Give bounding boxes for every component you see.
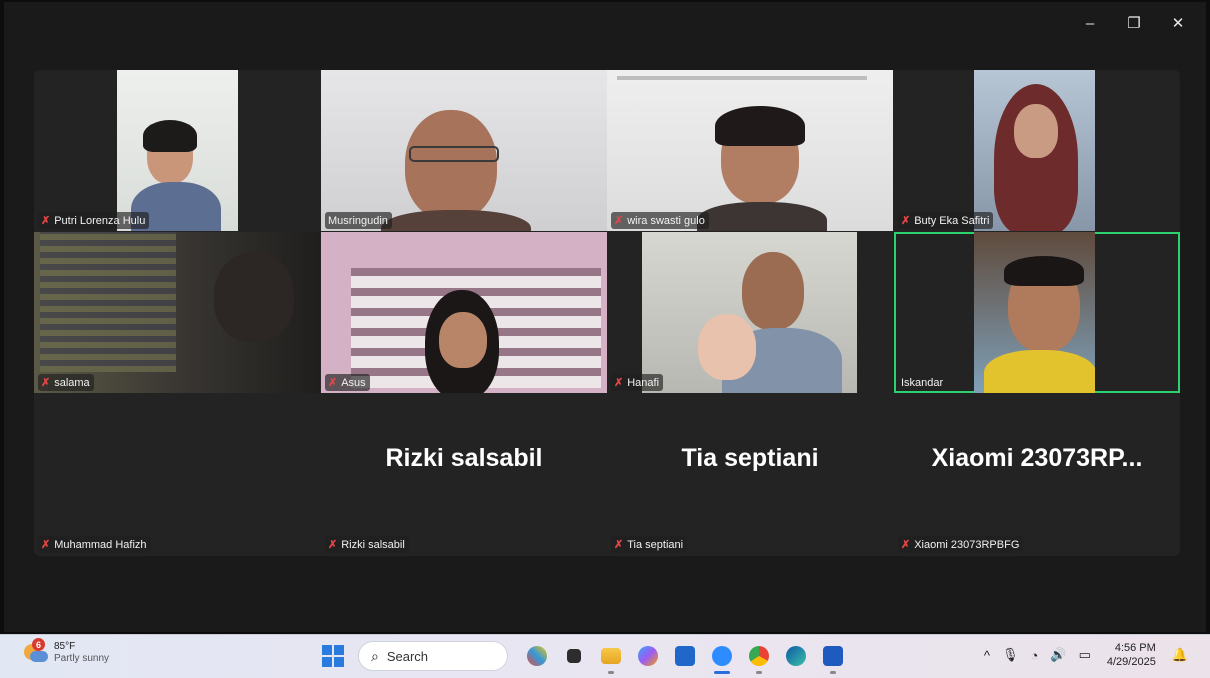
edge-icon[interactable] xyxy=(777,641,814,671)
video-feed xyxy=(974,70,1095,231)
window-controls: – ❐ ✕ xyxy=(1068,10,1200,36)
notification-badge: 6 xyxy=(32,638,45,651)
participant-big-name: Tia septiani xyxy=(681,444,819,472)
video-tile-iskandar[interactable]: Iskandar xyxy=(894,232,1180,393)
video-tile-asus[interactable]: ✗ Asus xyxy=(321,232,607,393)
participant-name-label: ✗ Rizki salsabil xyxy=(325,536,409,553)
participant-big-name: Xiaomi 23073RP... xyxy=(931,444,1143,472)
gallery-view: ✗ Putri Lorenza Hulu Musringudin ✗ wira sw… xyxy=(34,70,1180,556)
task-view-icon[interactable] xyxy=(555,641,592,671)
video-feed xyxy=(321,70,607,231)
muted-mic-icon: ✗ xyxy=(41,539,51,551)
participant-name-label: ✗ Tia septiani xyxy=(611,536,688,553)
participant-name-label: Iskandar xyxy=(901,376,944,389)
muted-mic-icon: ✗ xyxy=(328,377,338,389)
video-tile-rizki[interactable]: Rizki salsabil ✗ Rizki salsabil xyxy=(321,394,607,555)
taskbar-search[interactable]: ⌕ Search xyxy=(358,641,508,671)
start-button-icon[interactable] xyxy=(322,645,344,667)
video-tile-buty[interactable]: ✗ Buty Eka Safitri xyxy=(894,70,1180,231)
word-icon[interactable] xyxy=(814,641,851,674)
system-tray: ^ 🎙 ◔ 🔊 ▭ 4:56 PM 4/29/2025 🔔 xyxy=(978,641,1194,669)
video-feed xyxy=(607,70,893,231)
zoom-icon[interactable] xyxy=(703,641,740,674)
muted-mic-icon: ✗ xyxy=(41,215,51,227)
copilot-icon[interactable] xyxy=(629,641,666,671)
video-feed xyxy=(34,232,320,393)
video-tile-musringudin[interactable]: Musringudin xyxy=(321,70,607,231)
participant-name-label: Musringudin xyxy=(325,212,392,229)
clock[interactable]: 4:56 PM 4/29/2025 xyxy=(1107,641,1156,669)
video-feed xyxy=(321,232,607,393)
taskbar-apps: ⌕ Search xyxy=(322,641,851,674)
participant-name-label: ✗ Putri Lorenza Hulu xyxy=(38,212,150,229)
video-tile-salama[interactable]: ✗ salama xyxy=(34,232,320,393)
video-tile-putri[interactable]: ✗ Putri Lorenza Hulu xyxy=(34,70,320,231)
windows-taskbar: 6 85°F Partly sunny ⌕ Search ^ 🎙 ◔ 🔊 ▭ 4… xyxy=(0,634,1210,678)
notification-bell-icon[interactable]: 🔔 xyxy=(1172,647,1188,663)
widgets-app-icon[interactable] xyxy=(518,641,555,671)
restore-button[interactable]: ❐ xyxy=(1112,10,1156,36)
volume-icon[interactable]: 🔊 xyxy=(1050,647,1066,663)
muted-mic-icon: ✗ xyxy=(614,539,624,551)
clock-date: 4/29/2025 xyxy=(1106,656,1156,668)
participant-name-label: ✗ Xiaomi 23073RPBFG xyxy=(898,536,1024,553)
participant-name-label: ✗ wira swasti gulo xyxy=(611,212,709,229)
muted-mic-icon: ✗ xyxy=(614,215,624,227)
muted-mic-icon: ✗ xyxy=(901,539,911,551)
video-tile-hanafi[interactable]: ✗ Hanafi xyxy=(607,232,893,393)
participant-name-label: ✗ Hanafi xyxy=(611,374,664,391)
muted-mic-icon: ✗ xyxy=(328,539,338,551)
clock-time: 4:56 PM xyxy=(1114,642,1156,654)
wifi-icon[interactable]: ◔ xyxy=(1031,648,1039,663)
file-explorer-icon[interactable] xyxy=(592,641,629,674)
muted-mic-icon: ✗ xyxy=(614,377,624,389)
video-tile-xiaomi[interactable]: Xiaomi 23073RP... ✗ Xiaomi 23073RPBFG xyxy=(894,394,1180,555)
video-feed xyxy=(117,70,238,231)
search-placeholder: Search xyxy=(386,648,429,664)
participant-name-label: ✗ Buty Eka Safitri xyxy=(898,212,994,229)
search-icon: ⌕ xyxy=(371,647,379,664)
video-feed xyxy=(974,232,1095,393)
chrome-icon[interactable] xyxy=(740,641,777,674)
partly-sunny-icon: 6 xyxy=(22,638,48,664)
close-button[interactable]: ✕ xyxy=(1156,10,1200,36)
weather-desc: Partly sunny xyxy=(54,653,110,664)
participant-name-label: ✗ salama xyxy=(38,374,94,391)
mail-icon[interactable] xyxy=(666,641,703,671)
participant-name-label: ✗ Asus xyxy=(325,374,370,391)
muted-mic-icon: ✗ xyxy=(901,215,911,227)
participant-big-name: Rizki salsabil xyxy=(385,444,543,472)
weather-widget[interactable]: 6 85°F Partly sunny xyxy=(22,638,110,665)
video-feed xyxy=(642,232,857,393)
video-tile-muhammad[interactable]: ✗ Muhammad Hafizh xyxy=(34,394,320,555)
video-tile-wira[interactable]: ✗ wira swasti gulo xyxy=(607,70,893,231)
weather-temp: 85°F xyxy=(54,641,76,652)
muted-mic-icon: ✗ xyxy=(41,377,51,389)
chevron-up-icon[interactable]: ^ xyxy=(984,648,990,663)
microphone-icon[interactable]: 🎙 xyxy=(1002,647,1019,663)
participant-name-label: ✗ Muhammad Hafizh xyxy=(38,536,151,553)
video-tile-tia[interactable]: Tia septiani ✗ Tia septiani xyxy=(607,394,893,555)
battery-icon[interactable]: ▭ xyxy=(1079,647,1091,663)
minimize-button[interactable]: – xyxy=(1068,10,1112,36)
